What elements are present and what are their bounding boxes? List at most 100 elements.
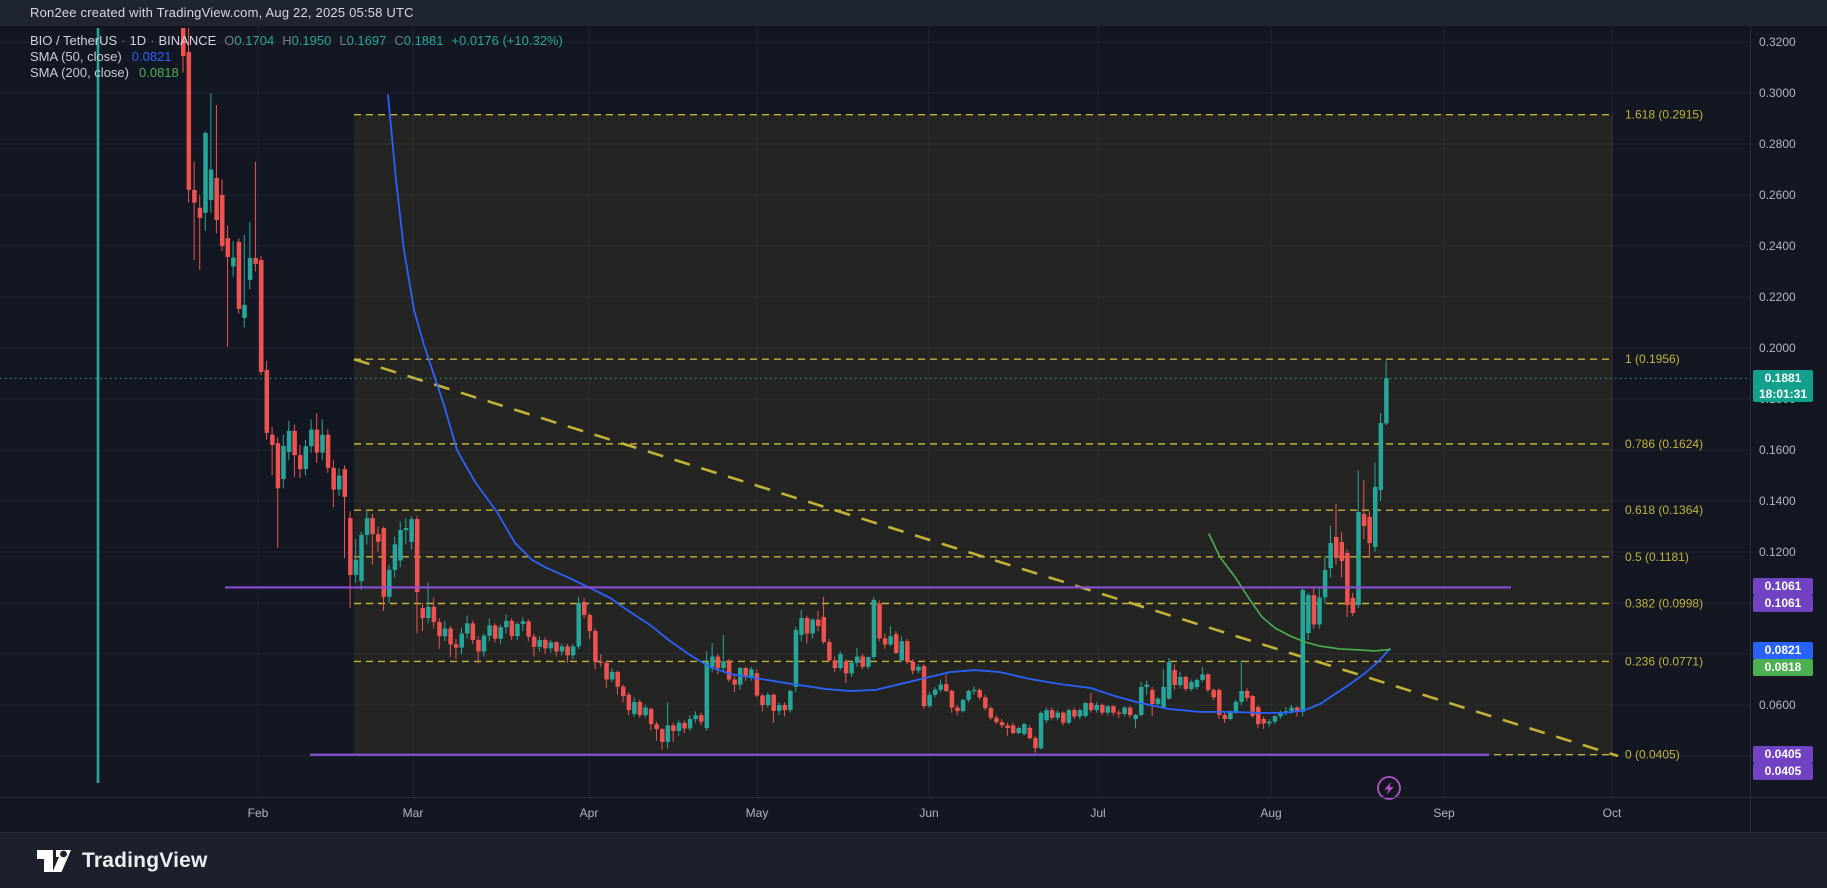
candle-body: [1116, 712, 1122, 714]
current-price-value: 0.1881: [1764, 371, 1802, 386]
candle-body: [348, 518, 353, 575]
candle-body: [197, 207, 203, 218]
fib-retracement-zone: [354, 114, 1613, 755]
candle-body: [1155, 698, 1161, 704]
candle-body: [526, 621, 531, 637]
candle-body: [258, 260, 264, 372]
fib-level-label: 0.236 (0.0771): [1625, 654, 1703, 668]
candle-body: [286, 430, 292, 453]
candle-body: [548, 642, 554, 649]
candle-body: [253, 257, 258, 264]
symbol-name[interactable]: BIO / TetherUS: [30, 33, 117, 48]
candle-body: [955, 707, 960, 712]
candle-body: [1022, 724, 1027, 734]
candle-body: [1211, 689, 1216, 698]
open-value: 0.1704: [234, 33, 275, 48]
time-axis-label-jul: Jul: [1090, 806, 1106, 820]
candle-body: [509, 620, 515, 637]
candle-body: [375, 534, 381, 542]
candle-body: [932, 689, 938, 695]
candle-body: [994, 717, 999, 723]
price-axis-label: 0.2200: [1759, 290, 1796, 304]
candle-body: [1094, 705, 1099, 711]
symbol-row[interactable]: BIO / TetherUS · 1D · BINANCE O0.1704 H0.1950 L…: [30, 33, 563, 49]
candle-body: [1200, 674, 1205, 681]
candlestick-chart-canvas[interactable]: 1.618 (0.2915) 1 (0.1956) 0.786 (0.1624) 0.…: [0, 26, 1827, 832]
candle-body: [565, 646, 570, 656]
candle-body: [910, 661, 916, 671]
price-axis[interactable]: 0.1881 18:01:31 0.1061 0.1061 0.0821 0.0…: [1750, 26, 1827, 832]
candle-body: [1027, 727, 1033, 739]
candle-body: [587, 614, 593, 632]
candle-body: [409, 519, 414, 542]
candle-body: [866, 657, 871, 667]
candle-body: [1267, 721, 1272, 724]
candle-body: [492, 625, 498, 639]
candle-body: [1166, 662, 1172, 699]
legend-separator2: ·: [150, 33, 155, 48]
tradingview-logo[interactable]: TradingView: [36, 846, 208, 876]
close-value: 0.1881: [403, 33, 444, 48]
candle-body: [364, 518, 370, 535]
candle-body: [559, 646, 565, 652]
candle-body: [905, 641, 910, 662]
candle-body: [1178, 676, 1183, 686]
indicator-row-sma200[interactable]: SMA (200, close) 0.0818: [30, 65, 563, 81]
candle-body: [788, 690, 793, 711]
candle-body: [554, 642, 559, 652]
candle-body: [971, 689, 977, 692]
candle-body: [515, 623, 520, 637]
indicator-row-sma50[interactable]: SMA (50, close) 0.0821: [30, 49, 563, 65]
candle-body: [648, 708, 654, 725]
candle-body: [760, 695, 765, 705]
open-letter: O: [224, 33, 235, 48]
time-axis[interactable]: Feb Mar Apr May Jun Jul Aug Sep Oct: [0, 797, 1827, 833]
candle-body: [988, 708, 994, 718]
candle-body: [821, 617, 827, 643]
candle-body: [827, 642, 832, 661]
sma50-name[interactable]: SMA (50, close): [30, 49, 122, 64]
fib-level-label: 1.618 (0.2915): [1625, 108, 1703, 122]
candle-body: [498, 627, 503, 639]
fib-level-label: 0 (0.0405): [1625, 748, 1680, 762]
candle-body: [871, 599, 877, 658]
interval-label[interactable]: 1D: [130, 33, 147, 48]
candle-body: [1272, 716, 1278, 722]
candle-body: [927, 694, 932, 707]
candle-body: [1083, 702, 1088, 716]
change-value: +0.0176 (+10.32%): [451, 33, 563, 48]
candle-body: [704, 662, 710, 728]
candle-body: [231, 257, 236, 267]
candle-body: [960, 699, 966, 712]
candle-body: [676, 722, 682, 732]
candle-body: [465, 623, 470, 634]
candle-body: [1322, 570, 1328, 598]
candle-body: [1289, 707, 1294, 712]
candle-body: [1384, 378, 1389, 424]
candle-body: [270, 434, 275, 445]
candle-body: [442, 628, 448, 637]
candle-body: [621, 686, 626, 697]
current-price-badge: 0.1881 18:01:31: [1753, 370, 1813, 403]
candle-body: [236, 241, 242, 309]
candle-body: [765, 694, 771, 705]
candle-body: [1306, 595, 1311, 634]
fib-level-label: 0.382 (0.0998): [1625, 597, 1703, 611]
candle-body: [459, 633, 464, 648]
candle-body: [966, 690, 971, 700]
candle-body: [1150, 689, 1155, 704]
candle-body: [1010, 725, 1016, 734]
candle-body: [342, 469, 348, 497]
candle-body: [1205, 674, 1211, 690]
candle-body: [1072, 710, 1077, 717]
candle-body: [1049, 710, 1055, 718]
candle-body: [888, 636, 893, 645]
candle-body: [793, 630, 799, 687]
candle-body: [1038, 712, 1044, 749]
candle-body: [431, 606, 437, 623]
candle-body: [325, 434, 331, 468]
candle-body: [1367, 517, 1372, 544]
sma200-name[interactable]: SMA (200, close): [30, 65, 129, 80]
legend-separator: ·: [121, 33, 126, 48]
candle-body: [843, 661, 849, 674]
